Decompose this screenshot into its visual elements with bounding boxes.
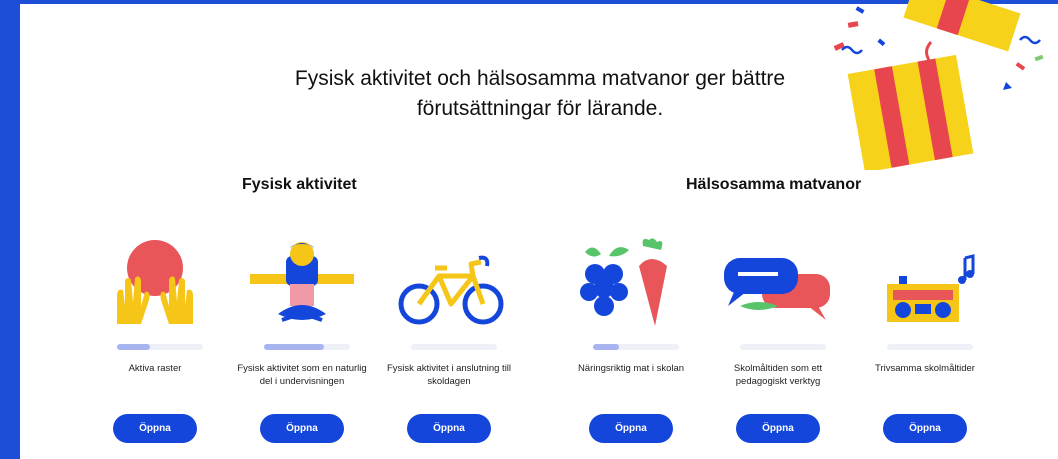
progress-bar bbox=[117, 344, 203, 350]
card-trivsamma-skolmaltider: Trivsamma skolmåltider Öppna bbox=[855, 236, 995, 456]
card-label: Skolmåltiden som ett pedagogiskt verktyg bbox=[733, 363, 823, 387]
section-title-halsosamma-matvanor: Hälsosamma matvanor bbox=[686, 176, 862, 193]
open-button-aktiva-raster[interactable]: Öppna bbox=[113, 414, 197, 443]
card-skolmaltiden-pedagogiskt: Skolmåltiden som ett pedagogiskt verktyg… bbox=[708, 236, 848, 456]
open-button-skolmaltiden-pedagogiskt[interactable]: Öppna bbox=[736, 414, 820, 443]
card-fysisk-aktivitet-undervisning: Fysisk aktivitet som en naturlig del i u… bbox=[232, 236, 372, 456]
progress-bar bbox=[264, 344, 350, 350]
card-label: Näringsriktig mat i skolan bbox=[577, 363, 685, 374]
card-fysisk-aktivitet-skoldagen: Fysisk aktivitet i anslutning till skold… bbox=[379, 236, 519, 456]
bicycle-icon bbox=[398, 255, 504, 325]
grapes-carrot-icon bbox=[580, 238, 667, 326]
progress-bar bbox=[887, 344, 973, 350]
progress-bar bbox=[740, 344, 826, 350]
card-label: Trivsamma skolmåltider bbox=[875, 363, 975, 374]
open-button-fysisk-aktivitet-undervisning[interactable]: Öppna bbox=[260, 414, 344, 443]
headline-line-2: förutsättningar för lärande. bbox=[416, 97, 664, 120]
open-button-fysisk-aktivitet-skoldagen[interactable]: Öppna bbox=[407, 414, 491, 443]
card-aktiva-raster: Aktiva raster Öppna bbox=[85, 236, 225, 456]
person-meditating-icon bbox=[250, 242, 354, 322]
progress-bar bbox=[593, 344, 679, 350]
card-naringsriktig-mat: Näringsriktig mat i skolan Öppna bbox=[561, 236, 701, 456]
card-label: Fysisk aktivitet i anslutning till skold… bbox=[386, 363, 512, 387]
headline-line-1: Fysisk aktivitet och hälsosamma matvanor… bbox=[294, 67, 786, 90]
speech-bubbles-icon bbox=[724, 258, 830, 320]
card-label: Aktiva raster bbox=[128, 363, 182, 374]
open-button-naringsriktig-mat[interactable]: Öppna bbox=[589, 414, 673, 443]
gift-box-icon bbox=[833, 0, 1044, 170]
open-button-trivsamma-skolmaltider[interactable]: Öppna bbox=[883, 414, 967, 443]
radio-music-icon bbox=[887, 254, 975, 322]
section-title-fysisk-aktivitet: Fysisk aktivitet bbox=[242, 176, 357, 193]
hands-ball-icon bbox=[117, 240, 193, 324]
left-accent-bar bbox=[0, 0, 20, 459]
progress-bar bbox=[411, 344, 497, 350]
card-label: Fysisk aktivitet som en naturlig del i u… bbox=[237, 363, 367, 387]
headline: Fysisk aktivitet och hälsosamma matvanor… bbox=[250, 64, 830, 124]
